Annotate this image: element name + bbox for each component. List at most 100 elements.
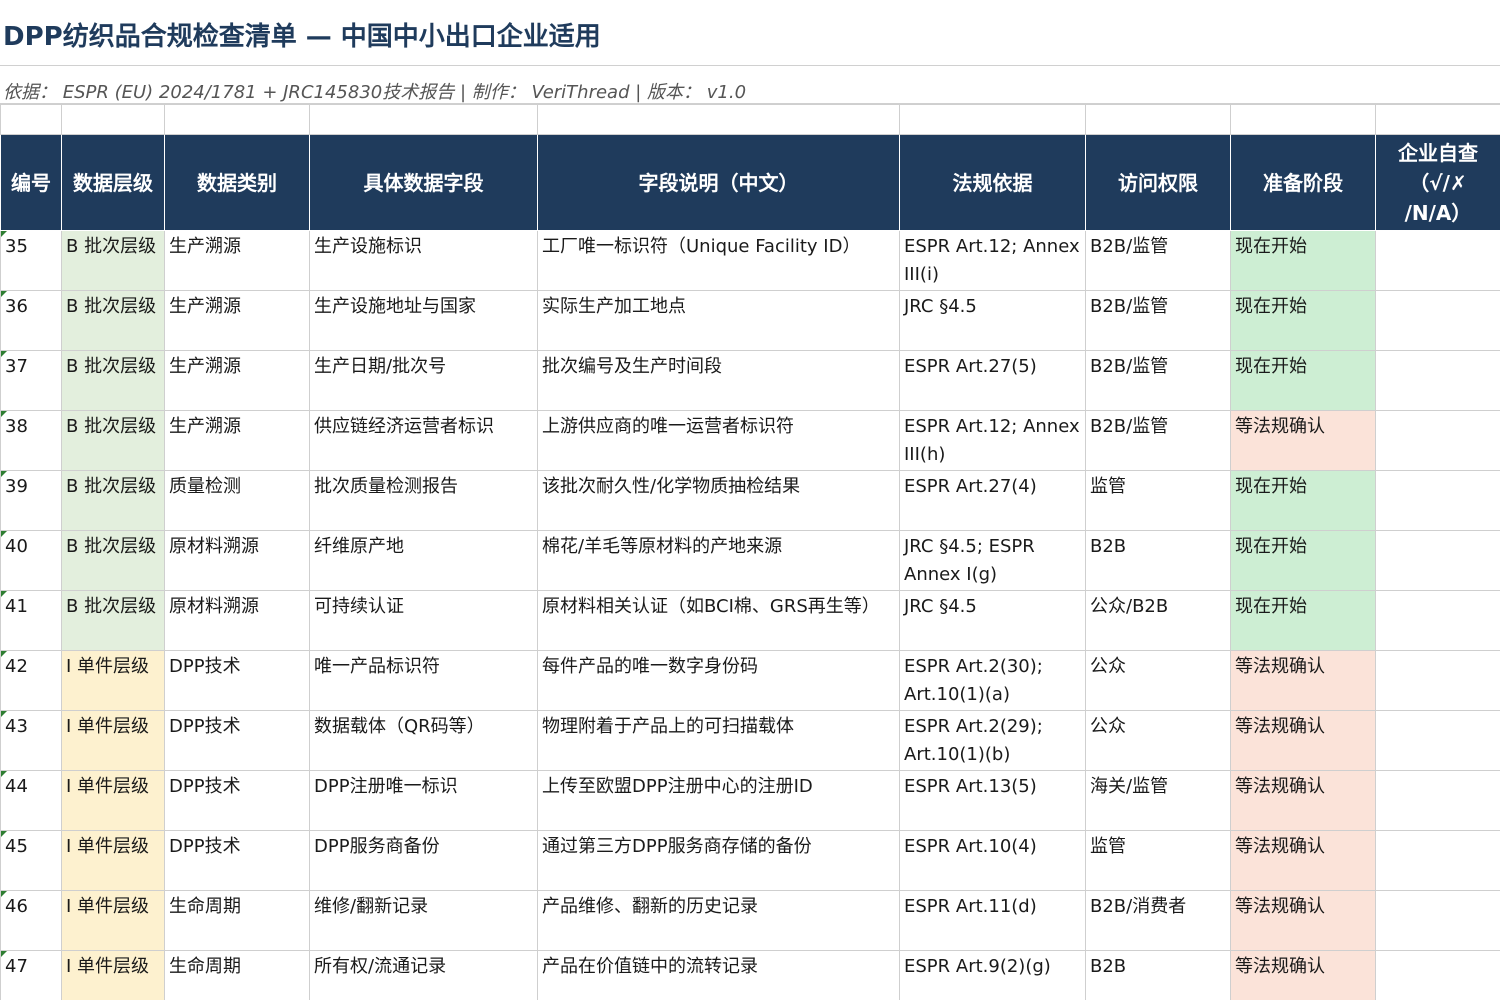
cell-data-level[interactable]: B 批次层级 — [61, 530, 165, 591]
cell-legal-basis[interactable]: ESPR Art.10(4) — [899, 830, 1086, 891]
cell-field-description[interactable]: 实际生产加工地点 — [537, 290, 900, 351]
cell-self-check[interactable] — [1375, 350, 1500, 411]
cell-self-check[interactable] — [1375, 410, 1500, 471]
cell-access-rights[interactable]: 公众 — [1085, 650, 1231, 711]
cell-data-category[interactable]: 生命周期 — [164, 890, 310, 951]
cell-legal-basis[interactable]: ESPR Art.12; Annex III(h) — [899, 410, 1086, 471]
cell-data-field[interactable]: 纤维原产地 — [309, 530, 538, 591]
cell-prep-stage[interactable]: 现在开始 — [1230, 290, 1376, 351]
cell-prep-stage[interactable]: 等法规确认 — [1230, 650, 1376, 711]
cell-field-description[interactable]: 产品在价值链中的流转记录 — [537, 950, 900, 1000]
cell-data-category[interactable]: DPP技术 — [164, 650, 310, 711]
blank-cell[interactable] — [537, 104, 900, 135]
cell-number[interactable]: 38 — [0, 410, 62, 471]
blank-cell[interactable] — [164, 104, 310, 135]
cell-data-category[interactable]: 生产溯源 — [164, 230, 310, 291]
cell-prep-stage[interactable]: 等法规确认 — [1230, 710, 1376, 771]
cell-data-category[interactable]: 生产溯源 — [164, 410, 310, 471]
cell-legal-basis[interactable]: ESPR Art.9(2)(g) — [899, 950, 1086, 1000]
cell-data-field[interactable]: 供应链经济运营者标识 — [309, 410, 538, 471]
blank-cell[interactable] — [1085, 104, 1231, 135]
cell-field-description[interactable]: 上传至欧盟DPP注册中心的注册ID — [537, 770, 900, 831]
cell-self-check[interactable] — [1375, 290, 1500, 351]
cell-data-category[interactable]: 生产溯源 — [164, 290, 310, 351]
cell-access-rights[interactable]: B2B/监管 — [1085, 350, 1231, 411]
cell-data-category[interactable]: 生命周期 — [164, 950, 310, 1000]
column-header-legal-basis[interactable]: 法规依据 — [899, 134, 1086, 231]
blank-cell[interactable] — [0, 104, 62, 135]
blank-cell[interactable] — [899, 104, 1086, 135]
source-row[interactable]: 依据： ESPR (EU) 2024/1781 + JRC145830技术报告 … — [0, 66, 1500, 104]
cell-access-rights[interactable]: 监管 — [1085, 470, 1231, 531]
cell-number[interactable]: 36 — [0, 290, 62, 351]
cell-number[interactable]: 40 — [0, 530, 62, 591]
cell-prep-stage[interactable]: 现在开始 — [1230, 230, 1376, 291]
cell-data-category[interactable]: 原材料溯源 — [164, 590, 310, 651]
cell-number[interactable]: 35 — [0, 230, 62, 291]
cell-access-rights[interactable]: B2B/消费者 — [1085, 890, 1231, 951]
cell-self-check[interactable] — [1375, 230, 1500, 291]
cell-data-category[interactable]: 质量检测 — [164, 470, 310, 531]
cell-self-check[interactable] — [1375, 710, 1500, 771]
cell-field-description[interactable]: 每件产品的唯一数字身份码 — [537, 650, 900, 711]
cell-prep-stage[interactable]: 等法规确认 — [1230, 950, 1376, 1000]
cell-prep-stage[interactable]: 现在开始 — [1230, 350, 1376, 411]
cell-prep-stage[interactable]: 等法规确认 — [1230, 890, 1376, 951]
cell-legal-basis[interactable]: ESPR Art.13(5) — [899, 770, 1086, 831]
cell-number[interactable]: 47 — [0, 950, 62, 1000]
cell-number[interactable]: 39 — [0, 470, 62, 531]
cell-prep-stage[interactable]: 现在开始 — [1230, 470, 1376, 531]
cell-field-description[interactable]: 棉花/羊毛等原材料的产地来源 — [537, 530, 900, 591]
cell-data-level[interactable]: I 单件层级 — [61, 950, 165, 1000]
cell-number[interactable]: 43 — [0, 710, 62, 771]
cell-data-field[interactable]: 批次质量检测报告 — [309, 470, 538, 531]
cell-access-rights[interactable]: B2B — [1085, 950, 1231, 1000]
cell-self-check[interactable] — [1375, 650, 1500, 711]
title-row[interactable]: DPP纺织品合规检查清单 — 中国中小出口企业适用 — [0, 0, 1500, 66]
cell-data-field[interactable]: 生产日期/批次号 — [309, 350, 538, 411]
cell-data-field[interactable]: 生产设施地址与国家 — [309, 290, 538, 351]
cell-data-category[interactable]: 生产溯源 — [164, 350, 310, 411]
cell-data-category[interactable]: DPP技术 — [164, 830, 310, 891]
cell-access-rights[interactable]: 公众/B2B — [1085, 590, 1231, 651]
cell-access-rights[interactable]: B2B/监管 — [1085, 410, 1231, 471]
cell-self-check[interactable] — [1375, 950, 1500, 1000]
cell-self-check[interactable] — [1375, 830, 1500, 891]
cell-number[interactable]: 41 — [0, 590, 62, 651]
cell-data-level[interactable]: I 单件层级 — [61, 770, 165, 831]
cell-data-category[interactable]: 原材料溯源 — [164, 530, 310, 591]
cell-data-field[interactable]: 所有权/流通记录 — [309, 950, 538, 1000]
cell-number[interactable]: 42 — [0, 650, 62, 711]
cell-field-description[interactable]: 物理附着于产品上的可扫描载体 — [537, 710, 900, 771]
cell-prep-stage[interactable]: 等法规确认 — [1230, 830, 1376, 891]
cell-field-description[interactable]: 产品维修、翻新的历史记录 — [537, 890, 900, 951]
cell-self-check[interactable] — [1375, 530, 1500, 591]
cell-legal-basis[interactable]: ESPR Art.27(5) — [899, 350, 1086, 411]
cell-access-rights[interactable]: B2B — [1085, 530, 1231, 591]
cell-access-rights[interactable]: 公众 — [1085, 710, 1231, 771]
cell-data-level[interactable]: B 批次层级 — [61, 470, 165, 531]
column-header-self-check[interactable]: 企业自查 （√/✗ /N/A） — [1375, 134, 1500, 231]
column-header-data-category[interactable]: 数据类别 — [164, 134, 310, 231]
cell-number[interactable]: 37 — [0, 350, 62, 411]
cell-field-description[interactable]: 原材料相关认证（如BCI棉、GRS再生等） — [537, 590, 900, 651]
cell-prep-stage[interactable]: 等法规确认 — [1230, 770, 1376, 831]
column-header-data-field[interactable]: 具体数据字段 — [309, 134, 538, 231]
cell-field-description[interactable]: 通过第三方DPP服务商存储的备份 — [537, 830, 900, 891]
cell-field-description[interactable]: 该批次耐久性/化学物质抽检结果 — [537, 470, 900, 531]
cell-number[interactable]: 45 — [0, 830, 62, 891]
cell-number[interactable]: 46 — [0, 890, 62, 951]
cell-legal-basis[interactable]: ESPR Art.11(d) — [899, 890, 1086, 951]
cell-legal-basis[interactable]: JRC §4.5 — [899, 290, 1086, 351]
cell-data-field[interactable]: 可持续认证 — [309, 590, 538, 651]
cell-access-rights[interactable]: B2B/监管 — [1085, 230, 1231, 291]
blank-cell[interactable] — [1375, 104, 1500, 135]
cell-data-field[interactable]: DPP服务商备份 — [309, 830, 538, 891]
cell-data-level[interactable]: I 单件层级 — [61, 890, 165, 951]
cell-self-check[interactable] — [1375, 590, 1500, 651]
cell-access-rights[interactable]: B2B/监管 — [1085, 290, 1231, 351]
cell-self-check[interactable] — [1375, 770, 1500, 831]
cell-data-level[interactable]: B 批次层级 — [61, 410, 165, 471]
cell-data-level[interactable]: I 单件层级 — [61, 650, 165, 711]
cell-data-category[interactable]: DPP技术 — [164, 770, 310, 831]
